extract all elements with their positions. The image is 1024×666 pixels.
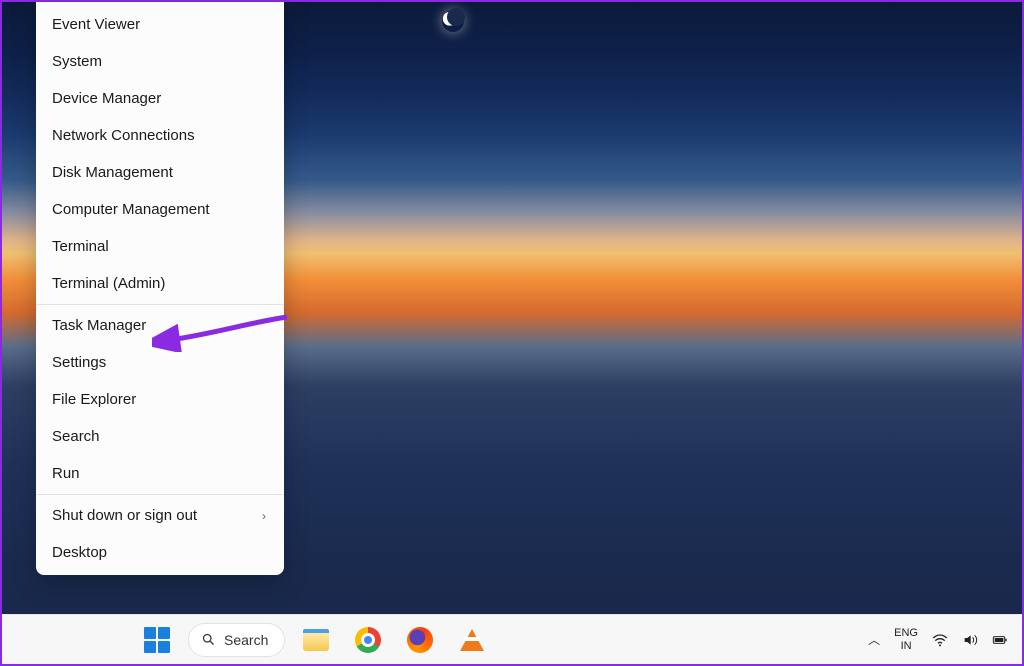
menu-item-label: Device Manager (52, 90, 161, 107)
menu-item-label: Settings (52, 354, 106, 371)
menu-item-settings[interactable]: Settings (36, 344, 284, 381)
menu-item-file-explorer[interactable]: File Explorer (36, 381, 284, 418)
menu-item-label: Network Connections (52, 127, 195, 144)
menu-item-label: Task Manager (52, 317, 146, 334)
menu-item-desktop[interactable]: Desktop (36, 534, 284, 571)
menu-separator (36, 304, 284, 305)
wifi-icon[interactable] (932, 632, 948, 648)
menu-item-shut-down-or-sign-out[interactable]: Shut down or sign out › (36, 497, 284, 534)
menu-item-system[interactable]: System (36, 43, 284, 80)
tray-overflow-icon[interactable]: ︿ (868, 631, 880, 648)
menu-item-label: Desktop (52, 544, 107, 561)
menu-item-disk-management[interactable]: Disk Management (36, 154, 284, 191)
menu-item-label: Terminal (Admin) (52, 275, 165, 292)
taskbar-search[interactable]: Search (188, 623, 285, 657)
file-explorer-icon (303, 629, 329, 651)
volume-icon[interactable] (962, 632, 978, 648)
chrome-icon (355, 627, 381, 653)
menu-item-terminal[interactable]: Terminal (36, 228, 284, 265)
menu-item-label: Search (52, 428, 100, 445)
chevron-right-icon: › (262, 509, 266, 523)
firefox-icon (407, 627, 433, 653)
menu-item-label: Disk Management (52, 164, 173, 181)
search-label: Search (224, 632, 268, 648)
start-button[interactable] (136, 619, 178, 661)
taskbar-app-firefox[interactable] (399, 619, 441, 661)
menu-item-computer-management[interactable]: Computer Management (36, 191, 284, 228)
menu-item-label: System (52, 53, 102, 70)
menu-item-label: Event Viewer (52, 16, 140, 33)
menu-item-terminal-admin-[interactable]: Terminal (Admin) (36, 265, 284, 302)
moon-icon (442, 10, 464, 32)
language-top: ENG (894, 627, 918, 639)
vlc-icon (460, 629, 484, 651)
winx-context-menu[interactable]: Event Viewer System Device Manager Network … (36, 2, 284, 575)
taskbar-app-file-explorer[interactable] (295, 619, 337, 661)
menu-item-label: Run (52, 465, 80, 482)
language-bottom: IN (901, 640, 912, 652)
menu-separator (36, 494, 284, 495)
menu-item-event-viewer[interactable]: Event Viewer (36, 6, 284, 43)
language-indicator[interactable]: ENG IN (894, 627, 918, 651)
menu-item-network-connections[interactable]: Network Connections (36, 117, 284, 154)
search-icon (201, 632, 216, 647)
taskbar-left-group: Search (136, 619, 493, 661)
menu-item-run[interactable]: Run (36, 455, 284, 492)
menu-item-label: File Explorer (52, 391, 136, 408)
menu-item-label: Shut down or sign out (52, 507, 197, 524)
menu-item-label: Computer Management (52, 201, 210, 218)
menu-item-device-manager[interactable]: Device Manager (36, 80, 284, 117)
taskbar-systray: ︿ ENG IN (868, 627, 1008, 651)
taskbar: Search ︿ ENG IN (2, 614, 1022, 664)
menu-item-label: Terminal (52, 238, 109, 255)
windows-logo-icon (144, 627, 170, 653)
menu-item-task-manager[interactable]: Task Manager (36, 307, 284, 344)
menu-item-search[interactable]: Search (36, 418, 284, 455)
taskbar-app-vlc[interactable] (451, 619, 493, 661)
battery-icon[interactable] (992, 632, 1008, 648)
taskbar-app-chrome[interactable] (347, 619, 389, 661)
